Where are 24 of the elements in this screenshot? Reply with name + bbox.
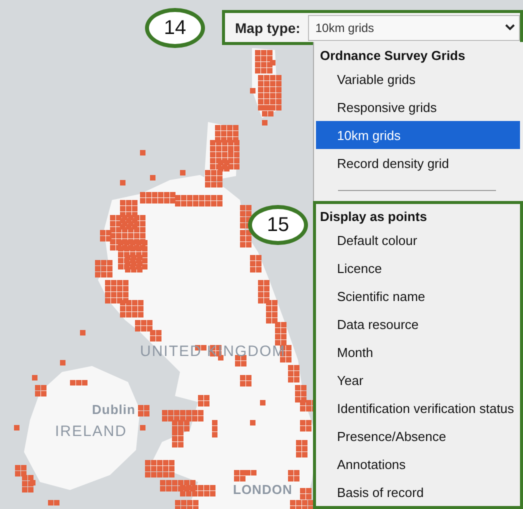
- dropdown-option[interactable]: Record density grid: [316, 149, 520, 177]
- callout-number: 15: [248, 205, 308, 245]
- dropdown-option[interactable]: Presence/Absence: [316, 422, 520, 450]
- dropdown-option[interactable]: Month: [316, 338, 520, 366]
- option-group-header: Ordnance Survey Grids: [319, 46, 466, 65]
- map-place-label: IRELAND: [55, 423, 128, 440]
- map-type-select[interactable]: 10km grids: [308, 14, 520, 40]
- dropdown-option[interactable]: Identification verification status: [316, 394, 520, 422]
- dropdown-option[interactable]: Scientific name: [316, 282, 520, 310]
- dropdown-option[interactable]: Year: [316, 366, 520, 394]
- dropdown-option[interactable]: Basis of record: [316, 478, 520, 506]
- dropdown-option[interactable]: 10km grids: [316, 121, 520, 149]
- chevron-down-icon: [505, 24, 515, 31]
- dropdown-option[interactable]: Responsive grids: [316, 93, 520, 121]
- map-place-label: Dublin: [92, 402, 136, 417]
- dropdown-option[interactable]: Annotations: [316, 450, 520, 478]
- map-type-label: Map type:: [235, 20, 300, 36]
- dropdown-option[interactable]: Variable grids: [316, 65, 520, 93]
- dropdown-option[interactable]: Data resource: [316, 310, 520, 338]
- map-place-label: LONDON: [233, 482, 292, 497]
- dropdown-option[interactable]: Default colour: [316, 226, 520, 254]
- callout-number: 14: [145, 8, 205, 48]
- dropdown-option[interactable]: Licence: [316, 254, 520, 282]
- option-group-header: Display as points: [319, 208, 428, 226]
